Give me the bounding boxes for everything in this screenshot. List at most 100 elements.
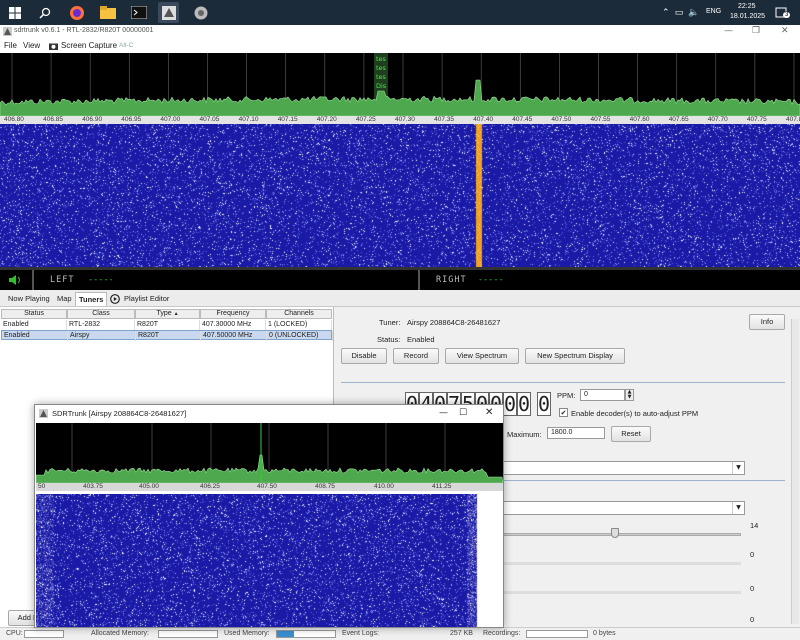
frequency-digit[interactable]: 0: [537, 392, 551, 416]
column-header-channels[interactable]: Channels: [266, 309, 332, 319]
channel-label: tes: [376, 55, 386, 63]
window-titlebar: sdrtrunk v0.6.1 - RTL-2832/R820T 0000000…: [0, 25, 800, 39]
scrollbar[interactable]: [791, 319, 799, 624]
frequency-tick-label: 407.30: [395, 116, 415, 123]
popup-close-button[interactable]: ✕: [485, 407, 493, 418]
frequency-digit[interactable]: 0: [517, 392, 531, 416]
tab-now-playing[interactable]: Now Playing: [5, 292, 53, 306]
frequency-digit[interactable]: 0: [503, 392, 517, 416]
frequency-tick-label: 407.45: [512, 116, 533, 123]
ppm-spinner-arrows[interactable]: ▲ ▼: [625, 389, 634, 401]
firefox-icon[interactable]: [66, 2, 87, 23]
view-spectrum-button[interactable]: View Spectrum: [445, 348, 519, 364]
slider-track[interactable]: [495, 562, 741, 565]
recordings-value: 0 bytes: [593, 630, 616, 637]
new-spectrum-display-button[interactable]: New Spectrum Display: [525, 348, 625, 364]
disable-button[interactable]: Disable: [341, 348, 387, 364]
frequency-tick-label: 407.00: [160, 116, 181, 123]
windows-start-icon[interactable]: [4, 2, 25, 23]
cell-channels: 1 (LOCKED): [266, 320, 332, 330]
frequency-tick-label: 407.55: [590, 116, 611, 123]
popup-titlebar[interactable]: SDRTrunk [Airspy 208864C8-26481627] — ☐ …: [35, 405, 503, 422]
frequency-tick-label: 407.60: [629, 116, 650, 123]
file-explorer-icon[interactable]: [97, 2, 118, 23]
column-header-status[interactable]: Status: [1, 309, 67, 319]
frequency-tick-label: 50: [38, 483, 46, 490]
info-button[interactable]: Info: [749, 314, 785, 330]
terminal-icon[interactable]: [128, 2, 149, 23]
left-channel-label: LEFT: [50, 275, 75, 285]
frequency-tick-label: 407.80: [786, 116, 800, 123]
speaker-icon[interactable]: [8, 274, 22, 286]
frequency-tick-label: 407.20: [316, 116, 337, 123]
frequency-tick-label: 407.65: [668, 116, 689, 123]
clock-time[interactable]: 22:25: [738, 3, 756, 10]
popup-minimize-button[interactable]: —: [439, 408, 448, 418]
frequency-tick-label: 403.75: [83, 483, 103, 490]
used-memory-label: Used Memory:: [224, 630, 270, 637]
tab-map[interactable]: Map: [54, 292, 75, 306]
audio-panel: LEFT ----- RIGHT -----: [0, 270, 800, 290]
cell-channels: 0 (UNLOCKED): [267, 331, 333, 341]
popup-spectrum-display[interactable]: [36, 423, 503, 483]
sdrtrunk-taskbar-icon[interactable]: [158, 2, 179, 23]
waterfall-display[interactable]: [0, 124, 800, 267]
popup-waterfall-canvas: [36, 494, 503, 627]
minimize-button[interactable]: —: [724, 26, 733, 36]
frequency-tick-label: 407.10: [238, 116, 259, 123]
allocated-memory-meter: [158, 630, 218, 638]
record-button[interactable]: Record: [393, 348, 439, 364]
allocated-memory-label: Allocated Memory:: [91, 630, 149, 637]
used-memory-meter: [276, 630, 336, 638]
spectrum-display[interactable]: tes tes tes Dis: [0, 53, 800, 116]
recordings-meter: [526, 630, 588, 638]
menu-view[interactable]: View: [23, 41, 40, 50]
popup-title: SDRTrunk [Airspy 208864C8-26481627]: [52, 409, 187, 418]
tab-tuners[interactable]: Tuners: [75, 292, 108, 306]
column-header-type[interactable]: Type ▲: [135, 309, 200, 319]
column-header-type-label: Type: [156, 310, 172, 317]
search-icon[interactable]: [34, 2, 55, 23]
event-logs-value: 257 KB: [450, 630, 473, 637]
menu-bar: File View Screen Capture Alt-C: [0, 39, 800, 53]
app-icon[interactable]: [190, 2, 211, 23]
tray-chevron-icon[interactable]: ⌃: [662, 7, 670, 18]
table-row-selected[interactable]: Enabled Airspy R820T 407.50000 MHz 0 (UN…: [1, 330, 333, 341]
maximize-button[interactable]: ❐: [752, 26, 760, 36]
tab-bar: Now Playing Map Tuners Playlist Editor: [0, 290, 800, 307]
network-icon[interactable]: ▭: [673, 2, 685, 23]
auto-ppm-checkbox[interactable]: ✔: [559, 408, 568, 417]
column-header-frequency[interactable]: Frequency: [200, 309, 266, 319]
frequency-axis: 406.80 406.85 406.90 406.95 407.00 407.05 407.…: [0, 116, 800, 124]
gain-slider-thumb[interactable]: [611, 528, 619, 538]
cell-type: R820T: [135, 320, 200, 330]
language-indicator[interactable]: ENG: [706, 8, 721, 15]
popup-maximize-button[interactable]: ☐: [459, 408, 467, 418]
frequency-tick-label: 407.25: [355, 116, 376, 123]
frequency-tick-label: 407.70: [707, 116, 728, 123]
separator: [341, 382, 785, 383]
slider-track[interactable]: [495, 591, 741, 594]
dropdown[interactable]: ▼: [495, 501, 745, 515]
close-button[interactable]: ✕: [781, 26, 789, 36]
tab-playlist-editor[interactable]: Playlist Editor: [121, 292, 172, 306]
ppm-spinner[interactable]: 0: [580, 389, 625, 401]
status-label: Status:: [377, 335, 401, 344]
frequency-tick-label: 406.85: [43, 116, 63, 123]
channel-label: Dis: [376, 82, 387, 90]
cpu-meter: [24, 630, 64, 638]
audio-divider: [32, 270, 34, 290]
reset-button[interactable]: Reset: [611, 426, 651, 442]
menu-file[interactable]: File: [4, 41, 17, 50]
volume-icon[interactable]: 🔈: [688, 2, 700, 23]
column-header-class[interactable]: Class: [67, 309, 135, 319]
app-logo-icon: [39, 409, 48, 418]
spectrum-popup-window: SDRTrunk [Airspy 208864C8-26481627] — ☐ …: [34, 404, 504, 628]
popup-waterfall-display[interactable]: [36, 494, 503, 627]
maximum-input[interactable]: 1800.0: [547, 427, 605, 439]
menu-screen-capture[interactable]: Screen Capture: [61, 41, 117, 50]
clock-date[interactable]: 18.01.2025: [730, 13, 765, 20]
cell-status: Enabled: [1, 320, 67, 330]
slider-value: 0: [750, 550, 755, 559]
dropdown[interactable]: ▼: [495, 461, 745, 475]
